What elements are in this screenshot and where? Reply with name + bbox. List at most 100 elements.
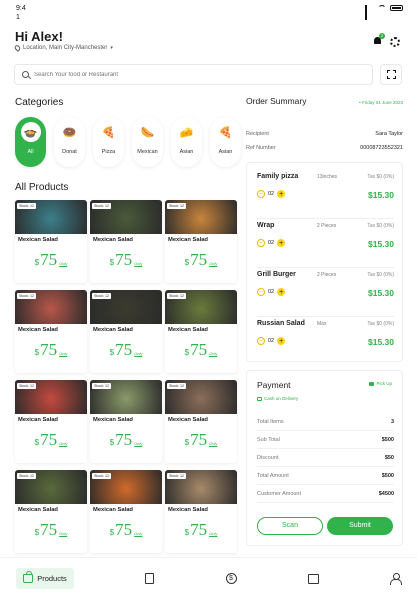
cash-on-delivery-option[interactable]: Cash on Delivery [257,396,298,401]
product-name: Mexican Salad [18,237,58,243]
product-price: $75 Only [165,430,237,450]
location-selector[interactable]: Location, Main City-Manchester ▾ [13,44,113,52]
payment-row: Customer Amount $4500 [257,485,394,503]
decrease-button[interactable]: − [257,288,265,296]
shopping-bag-icon [23,571,34,583]
quantity-stepper: −02 + [257,239,286,247]
product-card[interactable]: Stock: 12 Mexican Salad $75 Only [15,200,87,283]
payment-row-label: Customer Amount [257,490,302,497]
nav-payments[interactable]: $ [223,568,239,589]
submit-button[interactable]: Submit [327,517,393,535]
product-card[interactable]: Stock: 12 Mexican Salad $75 Only [165,290,237,373]
product-price: $75 Only [90,430,162,450]
price-value: 75 [40,250,58,269]
product-card[interactable]: Stock: 12 Mexican Salad $75 Only [15,290,87,373]
product-card[interactable]: Stock: 12 Mexican Salad $75 Only [165,470,237,553]
search-icon [22,71,29,78]
category-2[interactable]: 🍕 Pizza [93,117,124,167]
recipient-row: Recipient Sara Taylor [246,131,403,137]
stock-badge: Stock: 12 [17,293,36,299]
product-name: Mexican Salad [18,417,58,423]
stock-badge: Stock: 12 [92,473,111,479]
quantity-stepper: −02 + [257,337,286,345]
cash-on-delivery-label: Cash on Delivery [264,396,299,401]
payment-row-label: Total Items [257,418,284,425]
scan-button[interactable]: Scan [257,517,323,535]
category-0[interactable]: 🍲 All [15,117,46,167]
payment-row-value: $4500 [378,490,394,497]
decrease-button[interactable]: − [257,190,265,198]
battery-icon [390,5,403,11]
notification-button[interactable]: 2 [373,33,385,45]
pickup-option[interactable]: Pick Up [369,381,392,386]
category-4[interactable]: 🧀 Asian [171,117,202,167]
all-products-title: All Products [15,182,69,193]
cheese-icon: 🧀 [176,122,197,142]
location-label: Location, Main City-Manchester [23,45,108,51]
price-note: Only [134,441,143,446]
stock-badge: Stock: 12 [92,203,111,209]
order-date: • Friday 01 June 2023 [359,100,403,105]
product-price: $75 Only [15,430,87,450]
search-input[interactable] [34,71,334,78]
category-list: 🍲 All 🍩 Donat 🍕 Pizza 🌭 Mexican 🧀 Asian 🍕 Asian [15,117,241,167]
product-card[interactable]: Stock: 12 Mexican Salad $75 Only [15,470,87,553]
nav-products[interactable]: Products [16,568,74,589]
increase-button[interactable]: + [277,239,286,247]
price-value: 75 [115,340,133,359]
pizza-slice-icon: 🍕 [215,122,236,142]
recipient-label: Recipient [246,131,269,137]
product-price: $75 Only [90,340,162,360]
product-price: $75 Only [15,340,87,360]
product-card[interactable]: Stock: 12 Mexican Salad $75 Only [90,290,162,373]
product-card[interactable]: Stock: 12 Mexican Salad $75 Only [90,200,162,283]
payment-row-label: Total Amount [257,472,289,479]
gear-icon[interactable] [390,37,400,47]
nav-orders[interactable] [142,568,156,589]
search-bar[interactable] [14,64,373,85]
increase-button[interactable]: + [277,288,286,296]
price-value: 75 [115,520,133,539]
category-3[interactable]: 🌭 Mexican [132,117,163,167]
price-currency: $ [184,438,190,447]
category-label: Pizza [101,149,116,155]
nav-calendar[interactable] [305,568,321,589]
pizza-icon: 🍕 [98,122,119,142]
increase-button[interactable]: + [277,337,286,345]
price-note: Only [59,531,68,536]
quantity-value: 02 [268,240,275,246]
price-currency: $ [34,258,40,267]
product-card[interactable]: Stock: 12 Mexican Salad $75 Only [15,380,87,463]
dollar-icon: $ [225,573,237,584]
payment-row: Total Items 3 [257,413,394,431]
product-image: Stock: 12 [90,380,162,414]
price-note: Only [59,441,68,446]
category-1[interactable]: 🍩 Donat [54,117,85,167]
order-item: Wrap 2 Pieces Tax $0 (0%) −02 + $15.30 [257,222,394,268]
order-item-price: $15.30 [368,239,394,249]
nav-profile[interactable] [388,568,402,589]
product-grid: Stock: 12 Mexican Salad $75 Only Stock: 12 Me… [15,200,237,553]
product-card[interactable]: Stock: 12 Mexican Salad $75 Only [90,380,162,463]
qr-scan-button[interactable] [380,64,402,85]
price-currency: $ [34,528,40,537]
ref-number-label: Ref Number [246,145,276,151]
quantity-value: 02 [268,191,275,197]
product-image: Stock: 12 [90,290,162,324]
product-card[interactable]: Stock: 12 Mexican Salad $75 Only [165,200,237,283]
nav-products-label: Products [37,574,67,583]
price-note: Only [134,531,143,536]
product-name: Mexican Salad [18,507,58,513]
decrease-button[interactable]: − [257,239,265,247]
product-card[interactable]: Stock: 12 Mexican Salad $75 Only [90,470,162,553]
category-5[interactable]: 🍕 Asian [210,117,241,167]
user-icon [390,573,402,585]
price-value: 75 [40,520,58,539]
order-item-size: 13inches [317,174,338,180]
price-currency: $ [184,258,190,267]
product-card[interactable]: Stock: 12 Mexican Salad $75 Only [165,380,237,463]
increase-button[interactable]: + [277,190,286,198]
product-price: $75 Only [15,520,87,540]
qr-code-icon [386,70,396,79]
decrease-button[interactable]: − [257,337,265,345]
